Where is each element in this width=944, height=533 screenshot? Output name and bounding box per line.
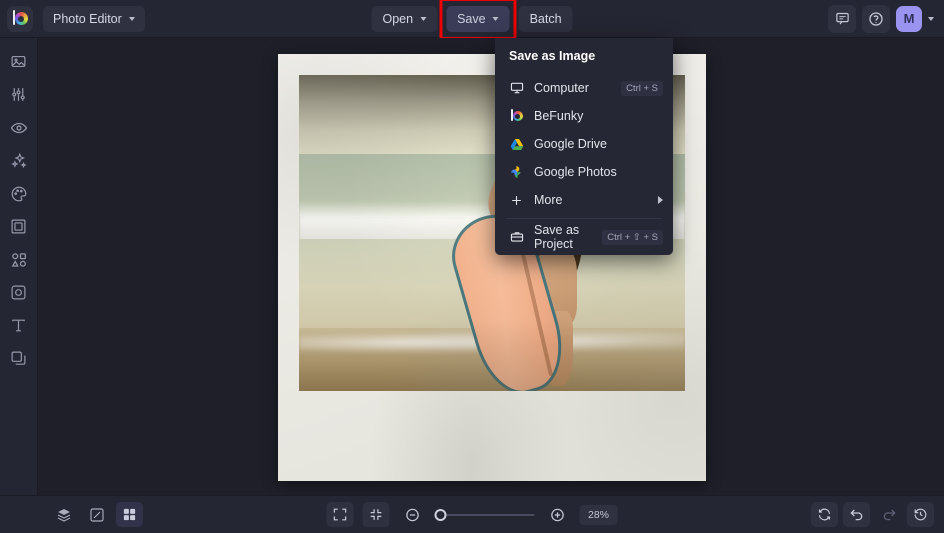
menu-item-shortcut: Ctrl + ⇧ + S [602, 229, 663, 245]
redo-icon[interactable] [875, 502, 902, 527]
plus-icon [509, 194, 524, 207]
app-switcher-label: Photo Editor [53, 11, 122, 26]
chevron-down-icon [420, 16, 427, 21]
app-switcher-button[interactable]: Photo Editor [43, 5, 145, 32]
google-photos-icon [509, 165, 524, 179]
avatar[interactable]: M [896, 5, 922, 32]
befunky-logo-icon[interactable] [7, 5, 33, 32]
save-label: Save [457, 11, 486, 26]
befunky-icon [509, 109, 524, 123]
befunky-photo-editor: Photo Editor Open Save Batch M Save as I… [0, 0, 944, 533]
save-button[interactable]: Save [446, 5, 510, 32]
zoom-in-icon[interactable] [544, 502, 571, 527]
help-icon[interactable] [862, 4, 890, 33]
chevron-down-icon [128, 16, 135, 21]
menu-title: Save as Image [509, 49, 596, 63]
menu-item-befunky[interactable]: BeFunky [495, 104, 673, 128]
sidebar-item-graphics[interactable] [4, 246, 34, 273]
sidebar-item-artsy[interactable] [4, 180, 34, 207]
sidebar-item-effects[interactable] [4, 147, 34, 174]
zoom-percent-label[interactable]: 28% [579, 504, 618, 525]
chevron-down-icon[interactable] [928, 16, 934, 21]
layers-stack-icon[interactable] [50, 502, 77, 527]
google-drive-icon [509, 138, 524, 151]
menu-item-label: BeFunky [534, 109, 584, 123]
zoom-out-icon[interactable] [399, 502, 426, 527]
reset-icon[interactable] [811, 502, 838, 527]
avatar-initial: M [903, 11, 915, 26]
menu-item-computer[interactable]: Computer Ctrl + S [495, 76, 673, 100]
zoom-controls: 28% [326, 502, 618, 527]
bottom-right-controls [811, 502, 934, 527]
computer-icon [509, 81, 524, 95]
app-header: Photo Editor Open Save Batch M [0, 0, 944, 40]
save-dropdown-menu[interactable]: Save as Image Computer Ctrl + S BeFunky [495, 38, 673, 255]
open-button[interactable]: Open [371, 5, 438, 32]
menu-item-save-as-project[interactable]: Save as Project Ctrl + ⇧ + S [495, 223, 673, 251]
briefcase-icon [509, 230, 524, 244]
open-label: Open [382, 11, 414, 26]
sidebar-item-overlays[interactable] [4, 279, 34, 306]
logo-colorwheel-icon [12, 10, 29, 27]
save-button-wrapper: Save [439, 0, 517, 40]
bottom-left-controls [50, 502, 143, 527]
sidebar-item-frames[interactable] [4, 213, 34, 240]
undo-icon[interactable] [843, 502, 870, 527]
header-actions: Open Save Batch [371, 0, 573, 40]
zoom-slider-handle[interactable] [434, 508, 447, 521]
chevron-right-icon [658, 196, 663, 204]
menu-item-label: More [534, 193, 563, 207]
canvas-area[interactable] [38, 38, 944, 495]
chevron-down-icon [492, 16, 499, 21]
menu-item-label: Google Photos [534, 165, 617, 179]
menu-item-label: Google Drive [534, 137, 607, 151]
sidebar-item-edit[interactable] [4, 81, 34, 108]
sidebar-item-layers[interactable] [4, 345, 34, 372]
batch-label: Batch [529, 11, 562, 26]
grid-icon[interactable] [116, 502, 143, 527]
sidebar-item-text[interactable] [4, 312, 34, 339]
menu-item-google-drive[interactable]: Google Drive [495, 132, 673, 156]
menu-item-google-photos[interactable]: Google Photos [495, 160, 673, 184]
bottom-toolbar: 28% [0, 495, 944, 533]
actual-size-icon[interactable] [362, 502, 390, 527]
zoom-slider[interactable] [434, 508, 535, 522]
chat-icon[interactable] [828, 4, 856, 33]
fit-to-screen-icon[interactable] [326, 502, 354, 527]
menu-item-shortcut: Ctrl + S [621, 80, 663, 96]
history-icon[interactable] [907, 502, 934, 527]
menu-divider [507, 218, 661, 219]
menu-item-more[interactable]: More [495, 188, 673, 212]
menu-item-label: Save as Project [534, 223, 580, 251]
left-toolbar [0, 38, 38, 495]
sidebar-item-touchup[interactable] [4, 114, 34, 141]
menu-item-label: Computer [534, 81, 589, 95]
batch-button[interactable]: Batch [518, 5, 573, 32]
sidebar-item-image[interactable] [4, 48, 34, 75]
header-right-controls: M [828, 4, 934, 33]
resize-icon[interactable] [83, 502, 110, 527]
zoom-slider-track [434, 513, 535, 516]
